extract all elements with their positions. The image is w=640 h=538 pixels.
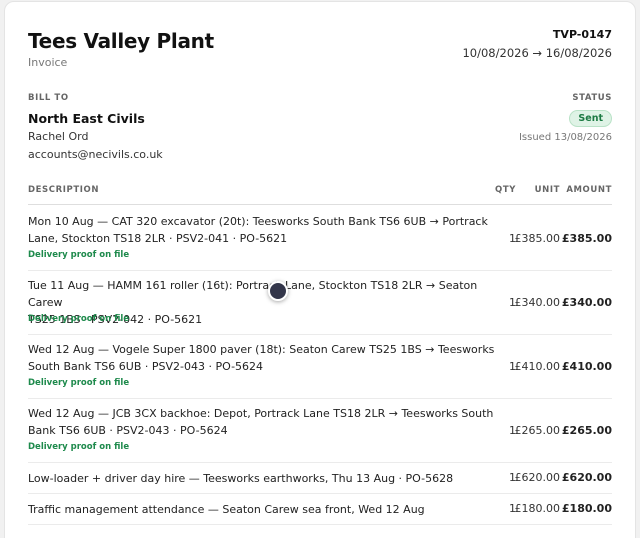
client-name: North East Civils — [28, 111, 145, 126]
row-description-line: Tue 11 Aug — HAMM 161 roller (16t): Port… — [28, 279, 478, 309]
table-row: Wed 12 Aug — Vogele Super 1800 paver (18… — [28, 335, 612, 399]
delivery-proof-link[interactable]: Delivery proof on file — [28, 314, 129, 324]
table-row: Mon 10 Aug — CAT 320 excavator (20t): Te… — [28, 207, 612, 271]
row-description-line: Mon 10 Aug — CAT 320 excavator (20t): Te… — [28, 215, 488, 228]
row-amount: £180.00 — [561, 502, 612, 515]
row-description-line: Wed 12 Aug — Vogele Super 1800 paver (18… — [28, 343, 495, 356]
row-description: Traffic management attendance — Seaton C… — [28, 503, 425, 516]
table-row: Tue 11 Aug — HAMM 161 roller (16t): Port… — [28, 271, 612, 335]
delivery-proof-link[interactable]: Delivery proof on file — [28, 250, 129, 260]
row-unit-price: £265.00 — [514, 424, 561, 437]
row-description-line: Lane, Stockton TS18 2LR · PSV2-041 · PO-… — [28, 232, 288, 245]
row-amount: £410.00 — [561, 360, 612, 373]
table-header: DESCRIPTION QTY UNIT AMOUNT — [28, 185, 612, 205]
status-badge: Sent — [569, 110, 612, 127]
row-unit-price: £620.00 — [514, 471, 561, 484]
delivery-proof-link[interactable]: Delivery proof on file — [28, 442, 129, 452]
delivery-proof-link[interactable]: Delivery proof on file — [28, 378, 129, 388]
invoice-period: 10/08/2026 → 16/08/2026 — [462, 46, 612, 60]
invoice-number: TVP-0147 — [552, 28, 612, 41]
row-unit-price: £410.00 — [514, 360, 561, 373]
row-description-line: South Bank TS6 6UB · PSV2-043 · PO-5624 — [28, 360, 264, 373]
row-description-line: Bank TS6 6UB · PSV2-043 · PO-5624 — [28, 424, 228, 437]
document-type: Invoice — [28, 56, 68, 69]
row-description: Mon 10 Aug — CAT 320 excavator (20t): Te… — [28, 213, 498, 247]
header-qty: QTY — [495, 185, 516, 195]
header-amount: AMOUNT — [566, 185, 612, 195]
row-amount: £620.00 — [561, 471, 612, 484]
row-unit-price: £340.00 — [514, 296, 561, 309]
row-description: Wed 12 Aug — JCB 3CX backhoe: Depot, Por… — [28, 405, 498, 439]
row-amount: £340.00 — [561, 296, 612, 309]
table-row: Low-loader + driver day hire — Teesworks… — [28, 463, 612, 494]
row-description: Low-loader + driver day hire — Teesworks… — [28, 472, 454, 485]
row-unit-price: £385.00 — [514, 232, 561, 245]
row-description: Wed 12 Aug — Vogele Super 1800 paver (18… — [28, 341, 498, 375]
pointer-cursor-indicator — [268, 281, 288, 301]
row-unit-price: £180.00 — [514, 502, 561, 515]
issued-date: Issued 13/08/2026 — [518, 132, 612, 143]
bill-to-label: BILL TO — [28, 93, 69, 103]
client-contact: Rachel Ord — [28, 130, 89, 143]
header-unit: UNIT — [534, 185, 560, 195]
status-label: STATUS — [572, 93, 612, 103]
table-row: Wed 12 Aug — JCB 3CX backhoe: Depot, Por… — [28, 399, 612, 463]
row-description-line: Wed 12 Aug — JCB 3CX backhoe: Depot, Por… — [28, 407, 494, 420]
table-row: Traffic management attendance — Seaton C… — [28, 494, 612, 525]
vendor-name: Tees Valley Plant — [28, 29, 214, 53]
row-amount: £265.00 — [561, 424, 612, 437]
client-email[interactable]: accounts@necivils.co.uk — [28, 148, 163, 161]
header-description: DESCRIPTION — [28, 185, 100, 195]
row-amount: £385.00 — [561, 232, 612, 245]
